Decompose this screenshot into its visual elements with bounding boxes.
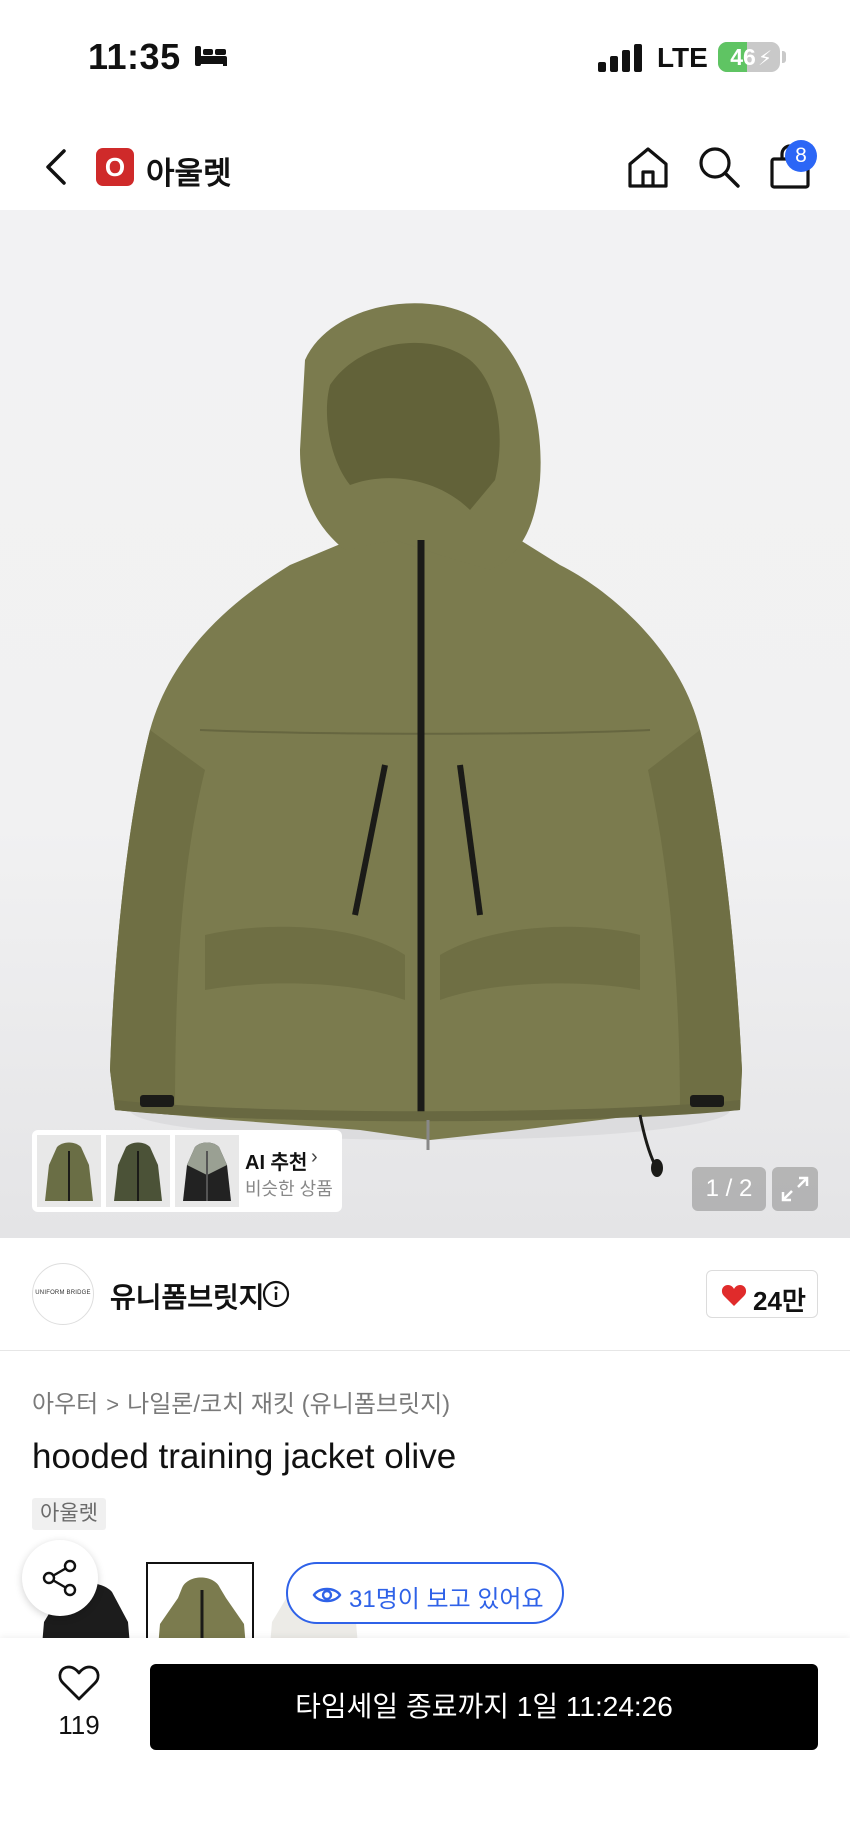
sleep-icon xyxy=(195,46,227,66)
expand-image-button[interactable] xyxy=(772,1167,818,1211)
breadcrumb-separator: > xyxy=(106,1392,120,1417)
eye-icon xyxy=(312,1587,342,1603)
search-icon[interactable] xyxy=(696,144,742,190)
charging-icon: ⚡ xyxy=(758,48,773,70)
product-image-gallery[interactable]: AI 추천 › 비슷한 상품 1 / 2 xyxy=(0,210,850,1238)
outlet-title[interactable]: 아울렛 xyxy=(146,148,232,193)
status-bar: 11:35 LTE 46 ⚡ xyxy=(0,0,850,110)
home-icon[interactable] xyxy=(625,144,671,190)
viewers-count-pill: 31명이 보고 있어요 xyxy=(286,1562,564,1624)
wishlist-count: 119 xyxy=(58,1710,100,1740)
ai-recommend-subtitle: 비슷한 상품 xyxy=(245,1179,333,1199)
store-like-count: 24만 xyxy=(753,1286,806,1316)
chevron-right-icon: › xyxy=(311,1146,318,1168)
ai-thumb-2[interactable] xyxy=(106,1135,170,1207)
category-breadcrumb: 아우터 > 나일론/코치 재킷 (유니폼브릿지) xyxy=(32,1384,450,1419)
ai-recommendation-panel[interactable]: AI 추천 › 비슷한 상품 xyxy=(32,1130,342,1212)
top-navigation: O 아울렛 8 xyxy=(0,130,850,210)
heart-outline-icon[interactable] xyxy=(58,1664,100,1702)
battery-nub xyxy=(782,51,786,63)
network-type: LTE xyxy=(657,42,708,73)
store-avatar-text: UNIFORM BRIDGE xyxy=(35,1290,91,1296)
buy-button[interactable]: 타임세일 종료까지 1일 11:24:26 xyxy=(150,1664,818,1750)
store-avatar[interactable]: UNIFORM BRIDGE xyxy=(32,1263,94,1325)
color-option-olive[interactable] xyxy=(146,1562,254,1638)
ai-thumb-3[interactable] xyxy=(175,1135,239,1207)
bottom-action-bar: 119 타임세일 종료까지 1일 11:24:26 xyxy=(0,1638,850,1842)
image-counter: 1 / 2 xyxy=(692,1167,766,1211)
outlet-logo[interactable]: O xyxy=(96,148,134,186)
ai-thumb-1[interactable] xyxy=(37,1135,101,1207)
battery-icon: 46 ⚡ xyxy=(718,42,780,72)
heart-filled-icon xyxy=(721,1285,747,1306)
product-photo xyxy=(110,303,742,1177)
status-time: 11:35 xyxy=(88,36,181,77)
outlet-tag: 아울렛 xyxy=(32,1498,106,1530)
ai-recommend-title: AI 추천 xyxy=(245,1152,308,1174)
share-button[interactable] xyxy=(22,1540,98,1616)
product-title: hooded training jacket olive xyxy=(32,1437,457,1476)
store-row: UNIFORM BRIDGE 유니폼브릿지 24만 xyxy=(0,1238,850,1351)
info-icon[interactable] xyxy=(262,1280,290,1308)
viewers-text: 31명이 보고 있어요 xyxy=(349,1586,544,1613)
share-icon xyxy=(42,1559,77,1597)
expand-icon xyxy=(781,1176,809,1202)
store-name[interactable]: 유니폼브릿지 xyxy=(110,1276,265,1316)
store-like-button[interactable]: 24만 xyxy=(706,1270,818,1318)
divider xyxy=(32,1350,818,1351)
back-icon[interactable] xyxy=(40,147,74,187)
cart-count-badge: 8 xyxy=(785,140,817,172)
breadcrumb-item[interactable]: 나일론/코치 재킷 (유니폼브릿지) xyxy=(127,1391,450,1418)
signal-icon xyxy=(598,44,642,72)
breadcrumb-item[interactable]: 아우터 xyxy=(32,1391,98,1418)
